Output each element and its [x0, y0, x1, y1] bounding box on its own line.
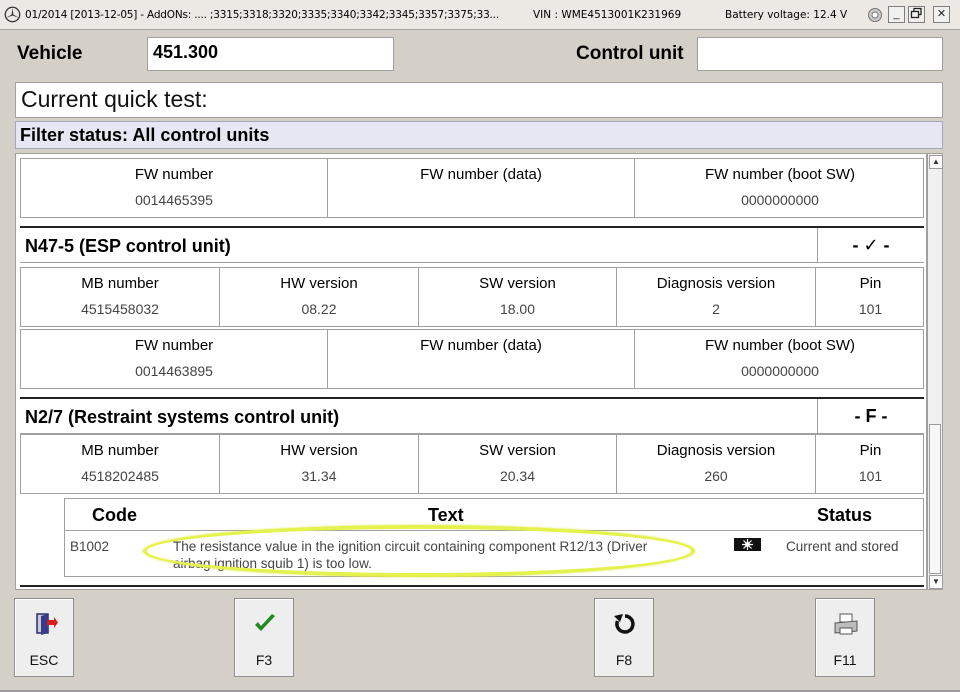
hw-version-value: 08.22	[220, 297, 419, 326]
hw-version-header: HW version	[220, 268, 419, 297]
esp-fw-table: FW number FW number (data) FW number (bo…	[20, 329, 924, 389]
unit-status: - ✓ -	[817, 228, 924, 263]
sw-version-header: SW version	[419, 435, 617, 464]
sw-version-value: 20.34	[419, 464, 617, 493]
esp-version-table: MB number HW version SW version Diagnosi…	[20, 267, 924, 327]
printer-icon	[834, 613, 858, 635]
restraint-version-table: MB number HW version SW version Diagnosi…	[20, 434, 924, 494]
code-column-header: Code	[92, 505, 137, 525]
fw-number-value: 0014465395	[21, 188, 328, 217]
minimize-button[interactable]: _	[888, 6, 905, 23]
status-column-header: Status	[817, 505, 873, 525]
checkmark-icon	[255, 614, 275, 631]
scroll-down-button[interactable]: ▼	[929, 575, 943, 589]
mercedes-star-icon	[4, 6, 21, 23]
quick-test-heading: Current quick test:	[15, 82, 943, 118]
pin-value: 101	[858, 301, 883, 317]
restore-button[interactable]	[908, 6, 925, 23]
title-bar: 01/2014 [2013-12-05] - AddONs: .... ;331…	[0, 0, 960, 30]
refresh-icon	[614, 614, 635, 634]
esc-label: ESC	[29, 652, 59, 668]
unit-name: N47-5 (ESP control unit)	[25, 236, 231, 256]
fw-number-boot-value: 0000000000	[741, 363, 819, 379]
pin-value: 101	[858, 468, 883, 484]
highlight-ellipse	[143, 525, 695, 577]
fw-number-data-header: FW number (data)	[328, 159, 635, 188]
control-unit-label: Control unit	[576, 43, 684, 64]
vehicle-field[interactable]: 451.300	[147, 37, 394, 71]
text-column-header: Text	[428, 505, 464, 525]
hw-version-header: HW version	[220, 435, 419, 464]
fw-number-boot-header: FW number (boot SW)	[704, 166, 856, 183]
control-unit-header-restraint[interactable]: N2/7 (Restraint systems control unit) - …	[20, 397, 924, 434]
filter-status: Filter status: All control units	[15, 121, 943, 149]
fw-number-data-value	[328, 359, 635, 388]
fault-status: Current and stored	[786, 539, 899, 554]
status-gear-icon	[868, 8, 882, 22]
section-divider	[20, 585, 924, 587]
battery-voltage: Battery voltage: 12.4 V	[725, 9, 848, 21]
unit-status: - F -	[817, 399, 924, 434]
control-unit-field[interactable]	[697, 37, 943, 71]
fw-table-top: FW number FW number (data) FW number (bo…	[20, 158, 924, 218]
f8-label: F8	[615, 652, 633, 668]
mb-number-value: 4518202485	[21, 464, 220, 493]
fw-number-value: 0014463895	[21, 359, 328, 388]
esc-button[interactable]: ESC	[14, 598, 74, 677]
vin-display: VIN : WME4513001K231969	[533, 9, 682, 21]
diagnosis-version-value: 260	[617, 464, 816, 493]
hw-version-value: 31.34	[220, 464, 419, 493]
f11-button[interactable]: F11	[815, 598, 875, 677]
mb-number-header: MB number	[21, 268, 220, 297]
f8-button[interactable]: F8	[594, 598, 654, 677]
vertical-scrollbar[interactable]: ▲ ▼	[927, 153, 943, 590]
control-unit-header-esp[interactable]: N47-5 (ESP control unit) - ✓ -	[20, 226, 924, 263]
fault-code: B1002	[70, 539, 110, 554]
scroll-up-button[interactable]: ▲	[929, 155, 943, 169]
fw-number-data-value	[328, 188, 635, 217]
pin-header: Pin	[859, 275, 882, 292]
exit-door-icon	[36, 613, 58, 635]
diagnosis-version-value: 2	[617, 297, 816, 326]
fw-number-header: FW number	[21, 159, 328, 188]
fw-number-header: FW number	[21, 330, 328, 359]
f3-label: F3	[255, 652, 273, 668]
close-button[interactable]: ✕	[933, 6, 950, 23]
mb-number-value: 4515458032	[21, 297, 220, 326]
diagnosis-version-header: Diagnosis version	[617, 435, 816, 464]
window-title: 01/2014 [2013-12-05] - AddONs: .... ;331…	[25, 9, 499, 21]
fw-number-boot-header: FW number (boot SW)	[704, 337, 856, 354]
fw-number-boot-value: 0000000000	[741, 192, 819, 208]
diagnosis-version-header: Diagnosis version	[617, 268, 816, 297]
scroll-thumb[interactable]	[929, 424, 941, 574]
restore-icon	[910, 7, 922, 19]
f11-label: F11	[833, 652, 857, 668]
sw-version-header: SW version	[419, 268, 617, 297]
pin-header: Pin	[859, 442, 882, 459]
unit-name: N2/7 (Restraint systems control unit)	[25, 407, 340, 427]
mb-number-header: MB number	[21, 435, 220, 464]
results-panel: FW number FW number (data) FW number (bo…	[15, 153, 927, 590]
f3-button[interactable]: F3	[234, 598, 294, 677]
sw-version-value: 18.00	[419, 297, 617, 326]
fault-status-icon	[734, 538, 761, 551]
fw-number-data-header: FW number (data)	[328, 330, 635, 359]
vehicle-label: Vehicle	[17, 43, 83, 64]
